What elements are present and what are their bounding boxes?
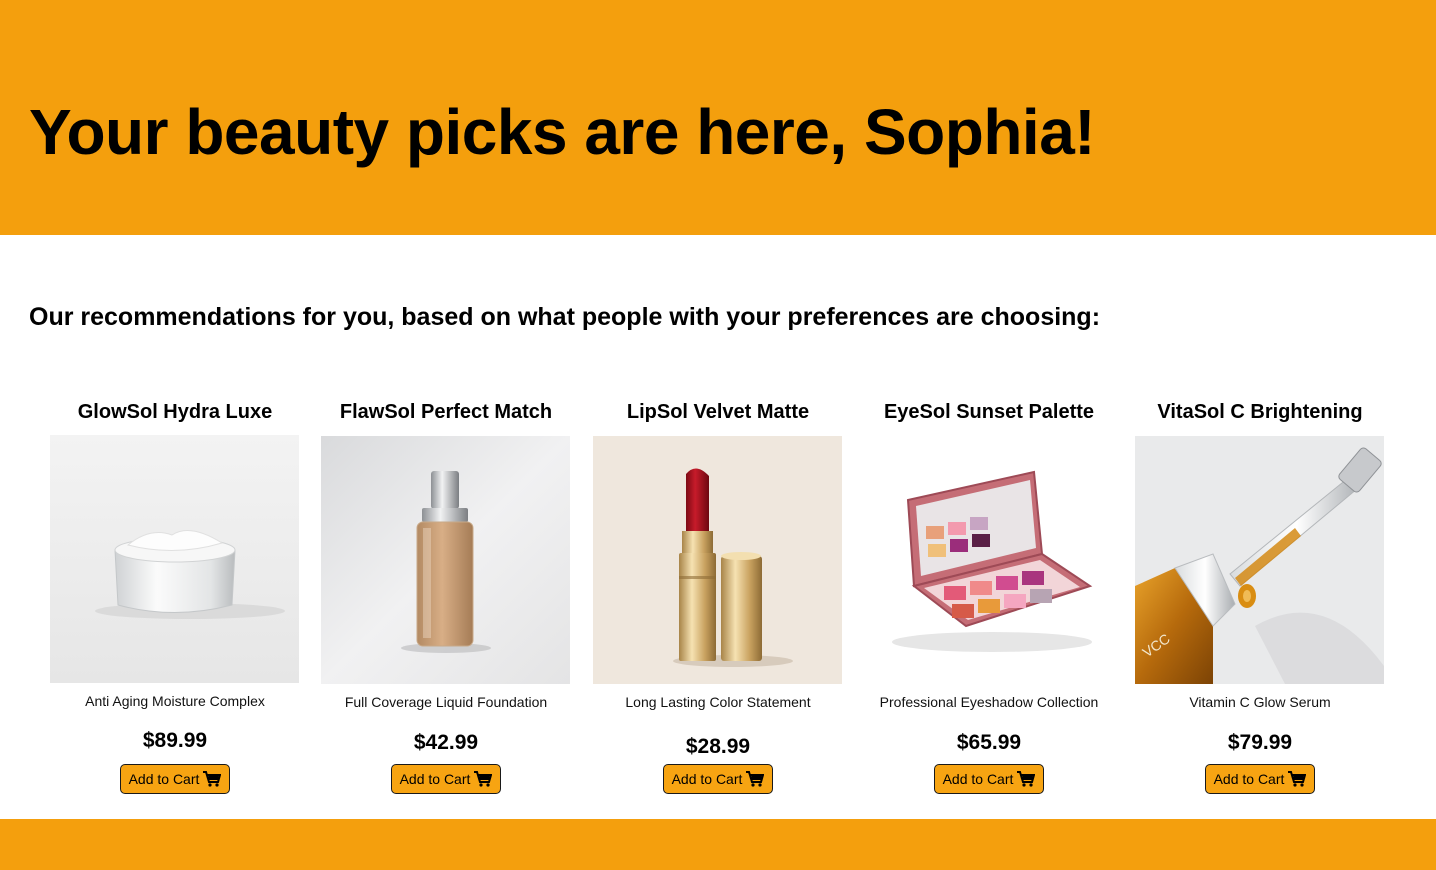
serum-dropper-image[interactable]: VCC bbox=[1135, 436, 1384, 684]
product-price: $42.99 bbox=[413, 731, 479, 754]
product-price: $65.99 bbox=[956, 731, 1022, 754]
foundation-bottle-image[interactable] bbox=[321, 436, 570, 684]
product-description: Long Lasting Color Statement bbox=[625, 694, 811, 710]
add-to-cart-label: Add to Cart bbox=[399, 771, 471, 787]
add-to-cart-label: Add to Cart bbox=[942, 771, 1014, 787]
product-description: Professional Eyeshadow Collection bbox=[879, 694, 1099, 710]
product-name: FlawSol Perfect Match bbox=[339, 401, 553, 423]
add-to-cart-label: Add to Cart bbox=[671, 771, 743, 787]
hero-banner: Your beauty picks are here, Sophia! bbox=[0, 0, 1436, 235]
product-card-eyesol: EyeSol Sunset Palette Professional Eyesh… bbox=[864, 398, 1114, 794]
product-name: EyeSol Sunset Palette bbox=[883, 401, 1095, 423]
cart-icon bbox=[1017, 771, 1036, 787]
moisturizer-jar-image[interactable] bbox=[50, 435, 299, 683]
footer-bar bbox=[0, 819, 1436, 870]
add-to-cart-button[interactable]: Add to Cart bbox=[934, 764, 1044, 794]
product-description: Anti Aging Moisture Complex bbox=[85, 693, 265, 709]
product-price: $89.99 bbox=[142, 729, 208, 752]
add-to-cart-button[interactable]: Add to Cart bbox=[391, 764, 501, 794]
page-title: Your beauty picks are here, Sophia! bbox=[29, 96, 1096, 168]
cart-icon bbox=[746, 771, 765, 787]
product-card-vitasol: VitaSol C Brightening VCC Vitamin C Glow… bbox=[1135, 398, 1385, 794]
product-name: GlowSol Hydra Luxe bbox=[77, 401, 273, 423]
add-to-cart-label: Add to Cart bbox=[128, 771, 200, 787]
cart-icon bbox=[1288, 771, 1307, 787]
product-name: VitaSol C Brightening bbox=[1157, 401, 1363, 423]
product-card-lipsol: LipSol Velvet Matte Long Lasting Color S… bbox=[593, 398, 843, 794]
product-description: Vitamin C Glow Serum bbox=[1189, 694, 1331, 710]
cart-icon bbox=[474, 771, 493, 787]
product-name: LipSol Velvet Matte bbox=[626, 401, 810, 423]
product-price: $28.99 bbox=[685, 735, 751, 758]
lipstick-image[interactable] bbox=[593, 436, 842, 684]
add-to-cart-button[interactable]: Add to Cart bbox=[1205, 764, 1315, 794]
product-description: Full Coverage Liquid Foundation bbox=[344, 694, 548, 710]
add-to-cart-button[interactable]: Add to Cart bbox=[120, 764, 230, 794]
product-card-flawsol: FlawSol Perfect Match Full Coverage Liqu… bbox=[321, 398, 571, 794]
add-to-cart-label: Add to Cart bbox=[1213, 771, 1285, 787]
add-to-cart-button[interactable]: Add to Cart bbox=[663, 764, 773, 794]
product-card-glowsol: GlowSol Hydra Luxe Anti Aging Moisture C… bbox=[50, 398, 300, 794]
cart-icon bbox=[203, 771, 222, 787]
eyeshadow-palette-image[interactable] bbox=[864, 436, 1113, 684]
recommendations-subtitle: Our recommendations for you, based on wh… bbox=[29, 303, 1101, 331]
product-price: $79.99 bbox=[1227, 731, 1293, 754]
